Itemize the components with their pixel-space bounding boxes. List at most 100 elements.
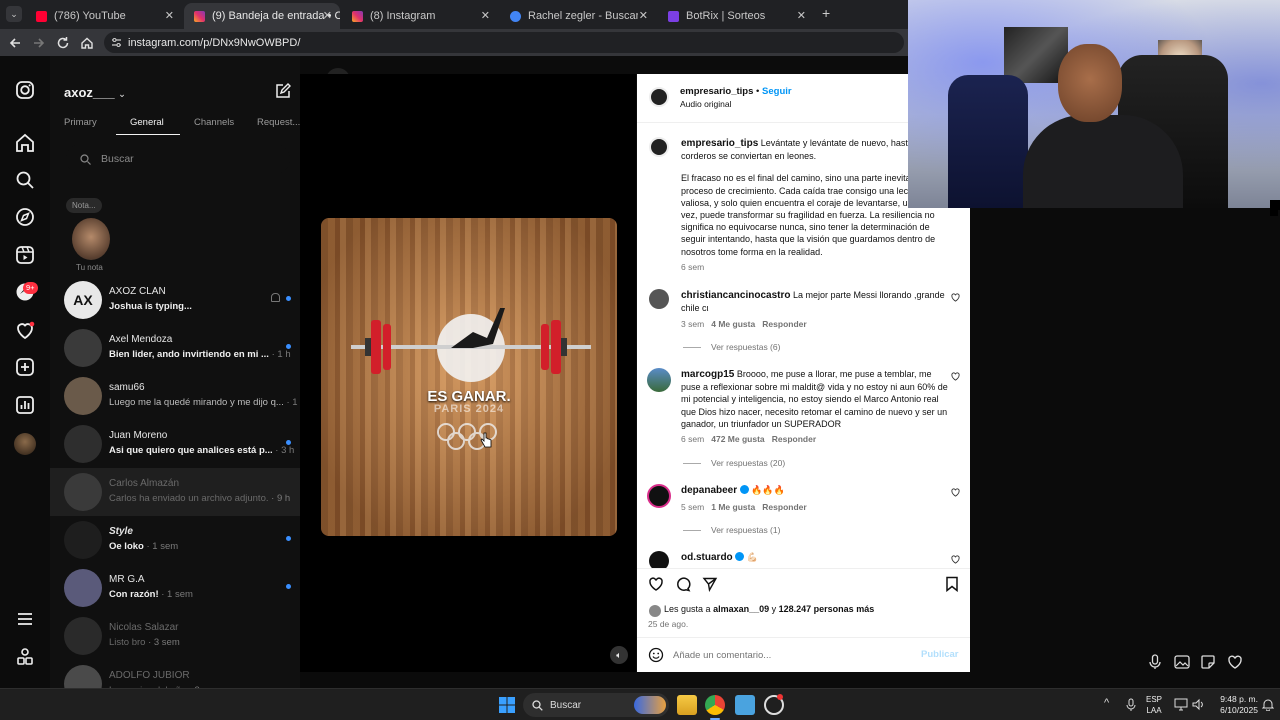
author-name[interactable]: empresario_tips: [680, 86, 753, 97]
heart-icon[interactable]: [951, 293, 960, 302]
comment-likes[interactable]: 472 Me gusta: [711, 434, 764, 444]
conversation-item[interactable]: Style Oe loko · 1 sem: [50, 516, 300, 564]
tab-search-button[interactable]: ⌄: [6, 6, 22, 22]
tab-general[interactable]: General: [130, 117, 164, 128]
reel-video[interactable]: ES GANAR. PARIS 2024 🔈︎: [300, 74, 636, 672]
home-icon[interactable]: [13, 131, 37, 155]
clock[interactable]: 9:48 p. m. 6/10/2025: [1208, 694, 1258, 716]
tab-instagram[interactable]: (8) Instagram ✕: [342, 3, 498, 29]
conversation-item[interactable]: AX AXOZ CLAN Joshua is typing...: [50, 276, 300, 324]
tab-channels[interactable]: Channels: [194, 117, 234, 128]
commenter-avatar[interactable]: [647, 484, 671, 508]
url-bar[interactable]: instagram.com/p/DNx9NwOWBPD/: [104, 32, 904, 53]
view-replies[interactable]: Ver respuestas (20): [683, 457, 785, 469]
close-tab-icon[interactable]: ✕: [481, 9, 490, 22]
profile-avatar[interactable]: [14, 433, 36, 455]
chrome-icon[interactable]: [705, 695, 725, 715]
more-apps-icon[interactable]: [13, 645, 37, 669]
tab-youtube[interactable]: (786) YouTube ✕: [26, 3, 182, 29]
explore-icon[interactable]: [13, 205, 37, 229]
forward-arrow-icon[interactable]: [32, 36, 46, 50]
comment-user[interactable]: christiancancinocastro: [681, 290, 790, 301]
tray-chevron-icon[interactable]: ^: [1104, 697, 1109, 709]
save-icon[interactable]: [945, 576, 959, 592]
home-icon[interactable]: [80, 36, 94, 50]
close-tab-icon[interactable]: ✕: [797, 9, 806, 22]
comment-icon[interactable]: [675, 576, 691, 592]
back-arrow-icon[interactable]: [8, 36, 22, 50]
volume-button[interactable]: 🔈︎: [610, 646, 628, 664]
note-bubble[interactable]: Nota...: [66, 198, 102, 213]
search-icon[interactable]: [13, 168, 37, 192]
view-replies[interactable]: Ver respuestas (1): [683, 524, 780, 536]
menu-icon[interactable]: [13, 607, 37, 631]
tab-botrix[interactable]: BotRix | Sorteos ✕: [658, 3, 814, 29]
share-icon[interactable]: [702, 576, 718, 592]
comment-user[interactable]: od.stuardo: [681, 552, 733, 563]
heart-icon[interactable]: [951, 372, 960, 381]
notepad-icon[interactable]: [735, 695, 755, 715]
view-replies[interactable]: Ver respuestas (6): [683, 341, 780, 353]
likes-count[interactable]: 128.247 personas más: [779, 604, 875, 614]
comment-likes[interactable]: 1 Me gusta: [711, 502, 755, 512]
like-icon[interactable]: [648, 576, 664, 592]
close-tab-icon[interactable]: ✕: [639, 9, 648, 22]
tab-primary[interactable]: Primary: [64, 117, 97, 128]
heart-icon[interactable]: [1227, 654, 1243, 670]
comment-likes[interactable]: 4 Me gusta: [711, 319, 755, 329]
heart-icon[interactable]: [951, 488, 960, 497]
close-tab-icon[interactable]: ✕: [323, 9, 332, 22]
author-avatar[interactable]: [649, 137, 669, 157]
tab-google-search[interactable]: Rachel zegler - Buscar con Goo ✕: [500, 3, 656, 29]
reply-button[interactable]: Responder: [772, 434, 816, 444]
tray-mic-icon[interactable]: [1126, 698, 1136, 712]
volume-icon[interactable]: [1191, 698, 1205, 711]
windows-start-icon[interactable]: [499, 697, 515, 713]
create-icon[interactable]: [13, 355, 37, 379]
network-icon[interactable]: [1174, 698, 1188, 711]
likes-user[interactable]: almaxan__09: [713, 604, 769, 614]
conversation-item[interactable]: samu66 Luego me la quedé mirando y me dij…: [50, 372, 305, 420]
conversation-item[interactable]: MR G.A Con razón! · 1 sem: [50, 564, 300, 612]
file-explorer-icon[interactable]: [677, 695, 697, 715]
new-tab-button[interactable]: +: [822, 5, 830, 21]
emoji-icon[interactable]: [648, 647, 664, 663]
search-box[interactable]: Buscar: [66, 144, 290, 174]
comment-user[interactable]: marcogp15: [681, 369, 734, 380]
reply-button[interactable]: Responder: [762, 502, 806, 512]
my-note-avatar[interactable]: [72, 218, 110, 260]
image-icon[interactable]: [1174, 655, 1190, 669]
commenter-avatar[interactable]: [649, 289, 669, 309]
follow-button[interactable]: Seguir: [762, 86, 792, 97]
dashboard-icon[interactable]: [13, 393, 37, 417]
heart-icon[interactable]: [13, 318, 37, 342]
mic-icon[interactable]: [1148, 654, 1162, 670]
commenter-avatar[interactable]: [647, 368, 671, 392]
likes-summary[interactable]: Les gusta a almaxan__09 y 128.247 person…: [664, 604, 874, 614]
instagram-logo-icon[interactable]: [13, 78, 37, 102]
notification-bell-icon[interactable]: [1262, 698, 1274, 711]
keyboard-language[interactable]: ESP LAA: [1146, 694, 1162, 716]
conversation-item[interactable]: Axel Mendoza Bien lider, ando invirtiendo…: [50, 324, 300, 372]
sticker-icon[interactable]: [1200, 654, 1216, 670]
reply-button[interactable]: Responder: [762, 319, 806, 329]
conversation-item[interactable]: Juan Moreno Asi que quiero que analices e…: [50, 420, 300, 468]
taskbar-search[interactable]: Buscar: [523, 693, 669, 717]
publish-button[interactable]: Publicar: [921, 649, 959, 660]
close-tab-icon[interactable]: ✕: [165, 9, 174, 22]
commenter-avatar[interactable]: [649, 551, 669, 568]
compose-icon[interactable]: [274, 82, 292, 100]
site-info-icon[interactable]: [111, 37, 122, 48]
heart-icon[interactable]: [951, 555, 960, 564]
comment-input[interactable]: [673, 648, 903, 662]
author-avatar[interactable]: [649, 87, 669, 107]
comment-user[interactable]: empresario_tips: [681, 138, 758, 149]
audio-label[interactable]: Audio original: [680, 99, 732, 109]
conversation-item[interactable]: Nicolas Salazar Listo bro · 3 sem: [50, 612, 300, 660]
inbox-username[interactable]: axoz___ ⌄: [64, 85, 126, 100]
reload-icon[interactable]: [56, 36, 70, 50]
tab-instagram-chats[interactable]: (9) Bandeja de entrada • Chats ✕: [184, 3, 340, 29]
tab-requests[interactable]: Request...: [257, 117, 300, 128]
reels-icon[interactable]: [13, 243, 37, 267]
conversation-item[interactable]: Carlos Almazán Carlos ha enviado un archi…: [50, 468, 300, 516]
